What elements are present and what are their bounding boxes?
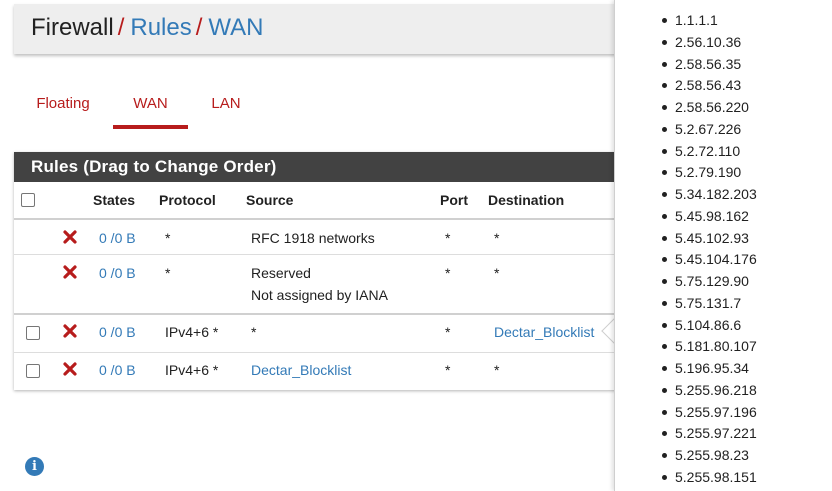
protocol-cell: * bbox=[165, 230, 171, 246]
list-item: 5.255.98.151 bbox=[662, 469, 757, 491]
column-header-port[interactable]: Port bbox=[440, 192, 468, 208]
row-checkbox[interactable] bbox=[26, 326, 40, 340]
list-item: 5.104.86.6 bbox=[662, 317, 757, 339]
states-link[interactable]: 0 /0 B bbox=[99, 362, 136, 378]
list-item: 5.45.104.176 bbox=[662, 251, 757, 273]
port-cell: * bbox=[445, 265, 451, 281]
row-checkbox[interactable] bbox=[26, 364, 40, 378]
x-icon[interactable] bbox=[63, 265, 77, 279]
row-divider bbox=[14, 352, 654, 353]
rules-panel: Rules (Drag to Change Order) States Prot… bbox=[14, 152, 654, 390]
source-cell: * bbox=[251, 324, 257, 340]
source-alias-link[interactable]: Dectar_Blocklist bbox=[251, 362, 351, 378]
breadcrumb-rules-link[interactable]: Rules bbox=[130, 14, 191, 41]
port-cell: * bbox=[445, 362, 451, 378]
list-item: 2.58.56.43 bbox=[662, 77, 757, 99]
list-item: 5.255.97.221 bbox=[662, 425, 757, 447]
breadcrumb-firewall: Firewall bbox=[31, 14, 114, 41]
info-icon[interactable]: i bbox=[25, 457, 44, 476]
header-divider bbox=[14, 218, 654, 220]
breadcrumb-separator: / bbox=[117, 14, 125, 41]
list-item: 1.1.1.1 bbox=[662, 12, 757, 34]
tab-floating[interactable]: Floating bbox=[34, 85, 92, 129]
list-item: 5.34.182.203 bbox=[662, 186, 757, 208]
list-item: 2.56.10.36 bbox=[662, 34, 757, 56]
x-icon[interactable] bbox=[63, 230, 77, 244]
list-item: 5.45.98.162 bbox=[662, 208, 757, 230]
x-icon[interactable] bbox=[63, 362, 77, 376]
panel-heading: Rules (Drag to Change Order) bbox=[14, 152, 654, 182]
list-item: 5.255.97.196 bbox=[662, 404, 757, 426]
states-link[interactable]: 0 /0 B bbox=[99, 230, 136, 246]
list-item: 5.75.131.7 bbox=[662, 295, 757, 317]
column-header-protocol[interactable]: Protocol bbox=[159, 192, 216, 208]
x-icon[interactable] bbox=[63, 324, 77, 338]
row-divider bbox=[14, 254, 654, 255]
protocol-cell: IPv4+6 * bbox=[165, 324, 219, 340]
breadcrumb-bar: Firewall / Rules / WAN bbox=[14, 4, 654, 54]
list-item: 5.2.72.110 bbox=[662, 143, 757, 165]
breadcrumb-wan-link[interactable]: WAN bbox=[208, 14, 263, 41]
tab-wan[interactable]: WAN bbox=[113, 85, 188, 129]
tab-lan[interactable]: LAN bbox=[210, 85, 242, 129]
list-item: 2.58.56.35 bbox=[662, 56, 757, 78]
list-item: 5.181.80.107 bbox=[662, 338, 757, 360]
protocol-cell: IPv4+6 * bbox=[165, 362, 219, 378]
destination-cell: * bbox=[494, 230, 500, 246]
column-header-destination[interactable]: Destination bbox=[488, 192, 564, 208]
source-cell: Reserved bbox=[251, 265, 311, 281]
protocol-cell: * bbox=[165, 265, 171, 281]
breadcrumb-separator: / bbox=[195, 14, 203, 41]
destination-cell: * bbox=[494, 265, 500, 281]
select-all-checkbox[interactable] bbox=[21, 193, 35, 207]
list-item: 5.45.102.93 bbox=[662, 230, 757, 252]
list-item: 5.2.67.226 bbox=[662, 121, 757, 143]
breadcrumb: Firewall / Rules / WAN bbox=[31, 14, 264, 42]
list-item: 5.255.96.218 bbox=[662, 382, 757, 404]
alias-popover: 1.1.1.1 2.56.10.36 2.58.56.35 2.58.56.43… bbox=[614, 0, 832, 491]
destination-cell: * bbox=[494, 362, 500, 378]
source-cell: RFC 1918 networks bbox=[251, 230, 375, 246]
list-item: 5.2.79.190 bbox=[662, 164, 757, 186]
list-item: 5.255.98.23 bbox=[662, 447, 757, 469]
list-item: 5.75.129.90 bbox=[662, 273, 757, 295]
states-link[interactable]: 0 /0 B bbox=[99, 324, 136, 340]
column-header-source[interactable]: Source bbox=[246, 192, 293, 208]
column-header-states[interactable]: States bbox=[93, 192, 135, 208]
destination-alias-link[interactable]: Dectar_Blocklist bbox=[494, 324, 594, 340]
states-link[interactable]: 0 /0 B bbox=[99, 265, 136, 281]
row-divider bbox=[14, 313, 654, 315]
port-cell: * bbox=[445, 230, 451, 246]
port-cell: * bbox=[445, 324, 451, 340]
list-item: 5.196.95.34 bbox=[662, 360, 757, 382]
alias-address-list: 1.1.1.1 2.56.10.36 2.58.56.35 2.58.56.43… bbox=[662, 12, 757, 491]
source-note: Not assigned by IANA bbox=[251, 287, 388, 303]
list-item: 2.58.56.220 bbox=[662, 99, 757, 121]
